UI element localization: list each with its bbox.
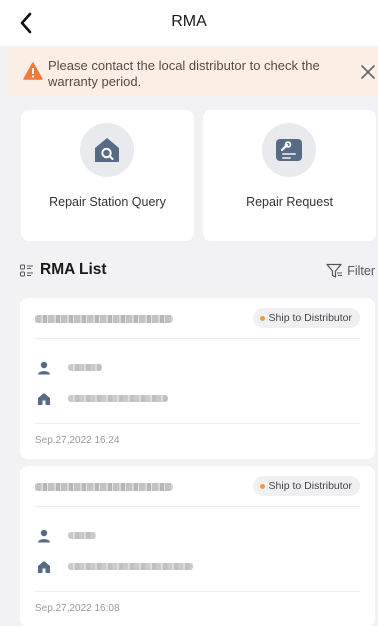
status-badge: Ship to Distributor: [252, 476, 360, 496]
filter-button[interactable]: Filter: [326, 260, 375, 282]
repair-station-query-card[interactable]: Repair Station Query: [21, 110, 194, 241]
status-dot: [259, 315, 265, 321]
repair-station-icon-circle: [80, 123, 134, 177]
chevron-left-icon: [20, 12, 32, 34]
warranty-notice-banner: Please contact the local distributor to …: [8, 48, 378, 96]
station-name-redacted: [68, 563, 193, 570]
rma-number-redacted: [35, 315, 173, 323]
divider: [35, 591, 360, 592]
user-icon: [38, 529, 50, 543]
contact-name-redacted: [68, 532, 96, 539]
user-icon: [38, 361, 50, 375]
rma-date: Sep.27,2022 16:08: [35, 603, 120, 614]
repair-wrench-icon: [276, 139, 302, 161]
list-icon: [20, 264, 33, 277]
filter-label: Filter: [347, 264, 375, 278]
station-search-icon: [95, 138, 119, 162]
divider: [35, 423, 360, 424]
notice-text: Please contact the local distributor to …: [48, 58, 320, 89]
home-icon: [38, 393, 50, 405]
contact-name-redacted: [68, 364, 102, 371]
status-dot: [259, 483, 265, 489]
repair-station-query-label: Repair Station Query: [49, 195, 166, 209]
home-icon: [38, 561, 50, 573]
rma-card[interactable]: Ship to Distributor Sep.27,2022 16:08: [20, 466, 375, 626]
close-icon: [361, 65, 375, 79]
repair-request-card[interactable]: Repair Request: [203, 110, 376, 241]
rma-card[interactable]: Ship to Distributor Sep.27,2022 16:24: [20, 298, 375, 459]
repair-request-icon-circle: [262, 123, 316, 177]
rma-number-redacted: [35, 483, 173, 491]
page-title: RMA: [171, 13, 207, 30]
back-button[interactable]: [10, 7, 42, 39]
warning-icon: [23, 62, 43, 80]
filter-icon: [326, 263, 343, 278]
close-notice-button[interactable]: [356, 60, 378, 84]
rma-list-header: RMA List Filter: [20, 258, 378, 284]
divider: [35, 338, 360, 339]
rma-date: Sep.27,2022 16:24: [35, 435, 120, 446]
station-name-redacted: [68, 395, 168, 402]
nav-bar: RMA: [0, 0, 378, 46]
rma-list-title: RMA List: [40, 261, 107, 278]
divider: [35, 506, 360, 507]
status-badge: Ship to Distributor: [252, 308, 360, 328]
repair-request-label: Repair Request: [246, 195, 333, 209]
